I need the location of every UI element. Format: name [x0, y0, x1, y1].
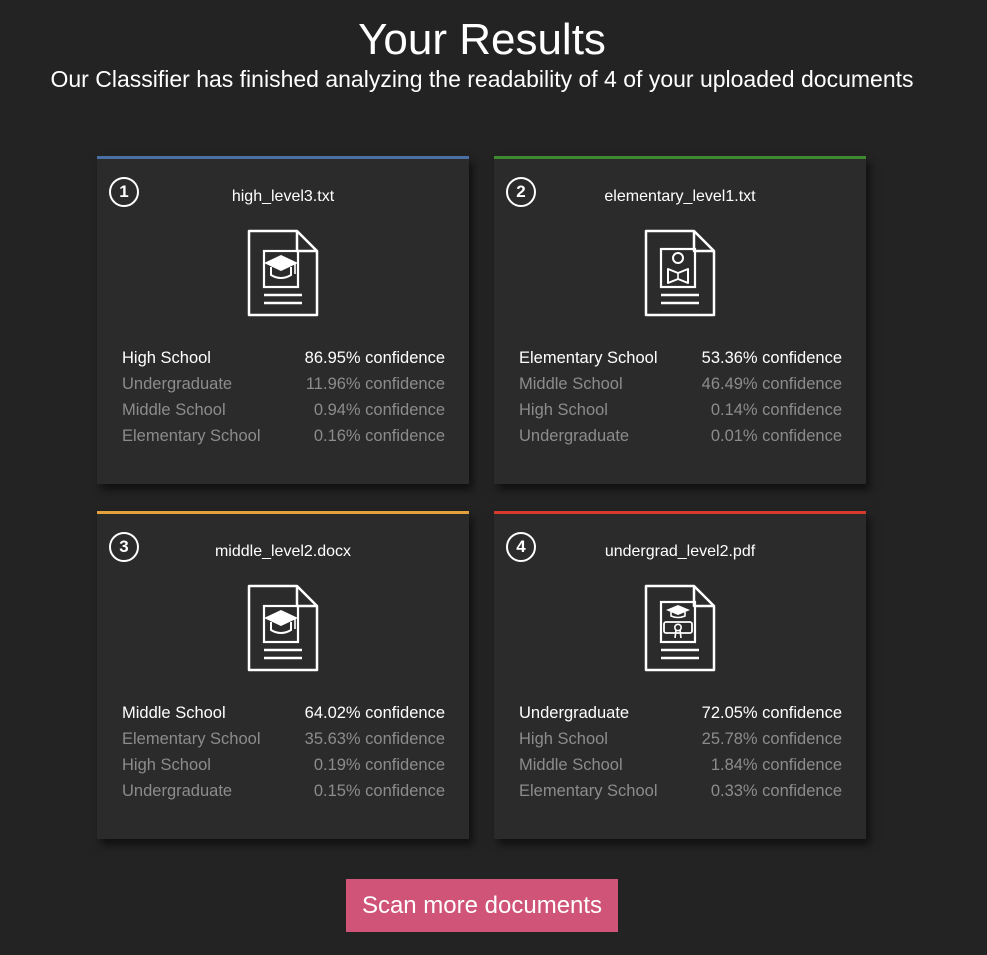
- confidence-row: Middle School 46.49% confidence: [519, 371, 842, 397]
- confidence-value: 0.15% confidence: [313, 782, 445, 800]
- result-card-4: 4 undergrad_level2.pdf Undergraduate 72.…: [494, 511, 866, 839]
- confidence-value: 53.36% confidence: [701, 349, 842, 367]
- level-label: Middle School: [519, 375, 623, 393]
- level-label: High School: [519, 401, 608, 419]
- level-label: High School: [122, 349, 211, 367]
- confidence-value: 25.78% confidence: [701, 730, 842, 748]
- confidence-row: Undergraduate 0.15% confidence: [122, 778, 445, 804]
- confidence-list: Middle School 64.02% confidence Elementa…: [122, 700, 445, 804]
- confidence-value: 0.01% confidence: [710, 427, 842, 445]
- confidence-list: High School 86.95% confidence Undergradu…: [122, 345, 445, 449]
- confidence-row: Undergraduate 72.05% confidence: [519, 700, 842, 726]
- level-label: High School: [122, 756, 211, 774]
- confidence-row: High School 0.14% confidence: [519, 397, 842, 423]
- confidence-row: Middle School 0.94% confidence: [122, 397, 445, 423]
- confidence-value: 0.14% confidence: [710, 401, 842, 419]
- confidence-value: 0.19% confidence: [313, 756, 445, 774]
- level-label: Undergraduate: [519, 427, 630, 445]
- confidence-value: 35.63% confidence: [304, 730, 445, 748]
- level-label: Undergraduate: [122, 782, 233, 800]
- page-subtitle: Our Classifier has finished analyzing th…: [50, 66, 914, 92]
- confidence-row: Undergraduate 11.96% confidence: [122, 371, 445, 397]
- level-label: Undergraduate: [519, 704, 630, 722]
- card-filename: middle_level2.docx: [214, 543, 352, 560]
- confidence-value: 0.33% confidence: [710, 782, 842, 800]
- result-card-1: 1 high_level3.txt High School 86.95% con…: [97, 156, 469, 484]
- result-card-3: 3 middle_level2.docx Middle School 64.02…: [97, 511, 469, 839]
- confidence-value: 11.96% confidence: [305, 375, 445, 393]
- card-filename: high_level3.txt: [231, 188, 335, 205]
- document-diploma-icon: [644, 584, 716, 672]
- confidence-row: Middle School 64.02% confidence: [122, 700, 445, 726]
- confidence-row: Undergraduate 0.01% confidence: [519, 423, 842, 449]
- confidence-value: 0.94% confidence: [313, 401, 445, 419]
- confidence-row: High School 0.19% confidence: [122, 752, 445, 778]
- confidence-value: 1.84% confidence: [710, 756, 842, 774]
- level-label: Elementary School: [122, 427, 261, 445]
- confidence-list: Elementary School 53.36% confidence Midd…: [519, 345, 842, 449]
- confidence-row: Elementary School 0.16% confidence: [122, 423, 445, 449]
- confidence-value: 64.02% confidence: [304, 704, 445, 722]
- confidence-row: High School 86.95% confidence: [122, 345, 445, 371]
- level-label: Undergraduate: [122, 375, 233, 393]
- results-page: Your Results Our Classifier has finished…: [0, 0, 987, 955]
- scan-more-documents-button[interactable]: Scan more documents: [346, 879, 618, 932]
- level-label: Middle School: [519, 756, 623, 774]
- level-label: Middle School: [122, 401, 226, 419]
- confidence-value: 46.49% confidence: [701, 375, 842, 393]
- result-card-2: 2 elementary_level1.txt Elementary Schoo…: [494, 156, 866, 484]
- confidence-value: 72.05% confidence: [701, 704, 842, 722]
- confidence-list: Undergraduate 72.05% confidence High Sch…: [519, 700, 842, 804]
- level-label: Middle School: [122, 704, 226, 722]
- confidence-value: 0.16% confidence: [313, 427, 445, 445]
- document-reading-child-icon: [644, 229, 716, 317]
- document-graduation-cap-icon: [247, 584, 319, 672]
- card-filename: undergrad_level2.pdf: [604, 543, 756, 560]
- level-label: Elementary School: [519, 782, 658, 800]
- confidence-row: Elementary School 35.63% confidence: [122, 726, 445, 752]
- confidence-row: Elementary School 0.33% confidence: [519, 778, 842, 804]
- level-label: Elementary School: [519, 349, 658, 367]
- page-title: Your Results: [358, 15, 606, 64]
- level-label: High School: [519, 730, 608, 748]
- card-filename: elementary_level1.txt: [604, 188, 756, 205]
- confidence-row: Middle School 1.84% confidence: [519, 752, 842, 778]
- confidence-row: Elementary School 53.36% confidence: [519, 345, 842, 371]
- confidence-row: High School 25.78% confidence: [519, 726, 842, 752]
- confidence-value: 86.95% confidence: [304, 349, 445, 367]
- level-label: Elementary School: [122, 730, 261, 748]
- document-graduation-cap-icon: [247, 229, 319, 317]
